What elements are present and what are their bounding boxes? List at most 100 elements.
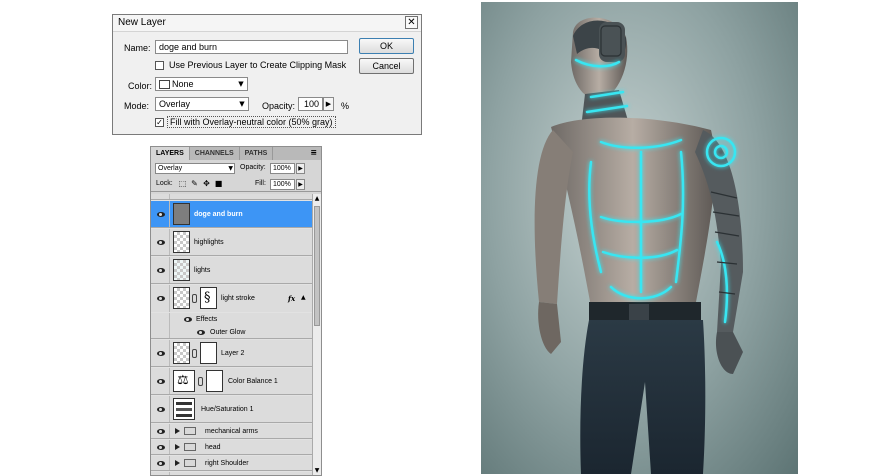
group-row-partial[interactable]	[151, 472, 314, 475]
name-label: Name:	[124, 43, 151, 53]
visibility-column	[151, 194, 170, 199]
use-previous-layer-label: Use Previous Layer to Create Clipping Ma…	[169, 60, 347, 70]
eye-icon[interactable]	[156, 239, 166, 247]
fill-neutral-checkbox[interactable]: ✓	[155, 118, 164, 127]
balance-scale-icon: ⚖	[177, 373, 189, 388]
layer-row[interactable]: Layer 2	[151, 340, 314, 367]
layer-thumbnail	[173, 398, 195, 420]
cancel-button[interactable]: Cancel	[359, 58, 414, 74]
mode-select[interactable]: Overlay ▼	[155, 97, 249, 111]
link-icon[interactable]	[198, 377, 203, 386]
blend-mode-value: Overlay	[158, 165, 183, 172]
close-icon[interactable]: ✕	[405, 16, 418, 29]
layer-name: Color Balance 1	[228, 378, 278, 385]
effects-row[interactable]: Effects	[151, 313, 314, 326]
layer-row[interactable]: Hue/Saturation 1	[151, 396, 314, 423]
chevron-down-icon: ▼	[238, 80, 244, 88]
tab-channels[interactable]: CHANNELS	[190, 147, 240, 160]
layer-row[interactable]: ⚖ Color Balance 1	[151, 368, 314, 395]
visibility-column	[151, 313, 170, 326]
opacity-unit: %	[341, 101, 350, 111]
link-icon[interactable]	[192, 349, 197, 358]
layer-row[interactable]: lights	[151, 257, 314, 284]
folder-icon	[184, 443, 196, 451]
folder-icon	[184, 427, 196, 435]
eye-icon[interactable]	[196, 329, 206, 337]
opacity-slider-arrow-icon[interactable]: ▶	[323, 97, 334, 111]
group-row[interactable]: right Shoulder	[151, 456, 314, 471]
fill-neutral-label: Fill with Overlay-neutral color (50% gra…	[167, 116, 336, 128]
group-name: head	[205, 444, 221, 451]
cyborg-artwork	[481, 2, 798, 474]
layer-name-input[interactable]: doge and burn	[155, 40, 348, 54]
color-select[interactable]: None ▼	[155, 77, 248, 91]
adjustment-bar-icon	[176, 402, 192, 405]
link-icon[interactable]	[192, 294, 197, 303]
layer-list: doge and burn highlights lights § light …	[151, 194, 314, 475]
opacity-label: Opacity:	[262, 101, 296, 111]
mode-value: Overlay	[159, 99, 191, 109]
lock-transparency-icon[interactable]: ⬚	[178, 179, 187, 188]
eye-icon[interactable]	[156, 428, 166, 436]
scroll-up-icon[interactable]: ▲	[313, 194, 321, 203]
layer-thumbnail	[173, 342, 190, 364]
folder-icon	[184, 459, 196, 467]
layer-name: highlights	[194, 239, 224, 246]
layer-mask-thumbnail	[206, 370, 223, 392]
layer-row[interactable]: § light stroke fx ▲	[151, 285, 314, 312]
chevron-down-icon: ▼	[239, 100, 245, 108]
layer-row[interactable]: doge and burn	[151, 201, 314, 228]
effects-label: Effects	[196, 316, 218, 323]
eye-icon[interactable]	[156, 295, 166, 303]
layer-row-partial[interactable]	[151, 194, 314, 200]
chevron-down-icon: ▼	[228, 165, 233, 172]
layer-name: doge and burn	[194, 211, 243, 218]
group-row[interactable]: head	[151, 440, 314, 455]
use-previous-layer-checkbox[interactable]	[155, 61, 164, 70]
outer-glow-row[interactable]: Outer Glow	[151, 326, 314, 339]
expand-triangle-icon[interactable]	[175, 460, 180, 466]
expand-triangle-icon[interactable]	[175, 444, 180, 450]
lock-all-icon[interactable]: ■	[214, 179, 223, 188]
layer-name: light stroke	[221, 295, 255, 302]
panel-opacity-arrow-icon[interactable]: ▶	[296, 163, 305, 174]
eye-icon[interactable]	[156, 211, 166, 219]
panel-opacity-input[interactable]: 100%	[270, 163, 295, 174]
layer-name: Layer 2	[221, 350, 245, 357]
tab-layers[interactable]: LAYERS	[151, 147, 190, 160]
tab-paths[interactable]: PATHS	[240, 147, 274, 160]
panel-fill-arrow-icon[interactable]: ▶	[296, 179, 305, 190]
panel-tabs: LAYERS CHANNELS PATHS ≡	[151, 147, 321, 160]
lock-brush-icon[interactable]: ✎	[190, 179, 199, 188]
color-value: None	[172, 79, 194, 89]
layer-row[interactable]: highlights	[151, 229, 314, 256]
cyborg-figure-illustration	[534, 17, 743, 474]
eye-icon[interactable]	[156, 350, 166, 358]
chevron-up-icon[interactable]: ▲	[301, 294, 306, 301]
layers-scrollbar[interactable]: ▲ ▼	[312, 194, 321, 475]
opacity-input[interactable]: 100	[298, 97, 323, 111]
ok-button[interactable]: OK	[359, 38, 414, 54]
layer-thumbnail	[173, 259, 190, 281]
fx-icon[interactable]: fx	[288, 294, 295, 303]
panel-fill-input[interactable]: 100%	[270, 179, 295, 190]
scroll-down-icon[interactable]: ▼	[313, 466, 321, 475]
lock-move-icon[interactable]: ✥	[202, 179, 211, 188]
expand-triangle-icon[interactable]	[175, 428, 180, 434]
adjustment-bar-icon	[176, 414, 192, 417]
fill-label: Fill:	[255, 180, 266, 187]
visibility-column	[151, 472, 170, 475]
eye-icon[interactable]	[183, 316, 193, 324]
scroll-thumb[interactable]	[314, 206, 320, 326]
eye-icon[interactable]	[156, 444, 166, 452]
blend-mode-select[interactable]: Overlay ▼	[155, 163, 235, 174]
group-row[interactable]: mechanical arms	[151, 424, 314, 439]
eye-icon[interactable]	[156, 460, 166, 468]
layer-mask-thumbnail: §	[200, 287, 217, 309]
adjustment-bar-icon	[176, 408, 192, 411]
eye-icon[interactable]	[156, 378, 166, 386]
eye-icon[interactable]	[156, 406, 166, 414]
panel-menu-icon[interactable]: ≡	[306, 147, 321, 160]
eye-icon[interactable]	[156, 267, 166, 275]
lock-row: Lock: ⬚ ✎ ✥ ■ Fill: 100% ▶	[151, 176, 321, 192]
